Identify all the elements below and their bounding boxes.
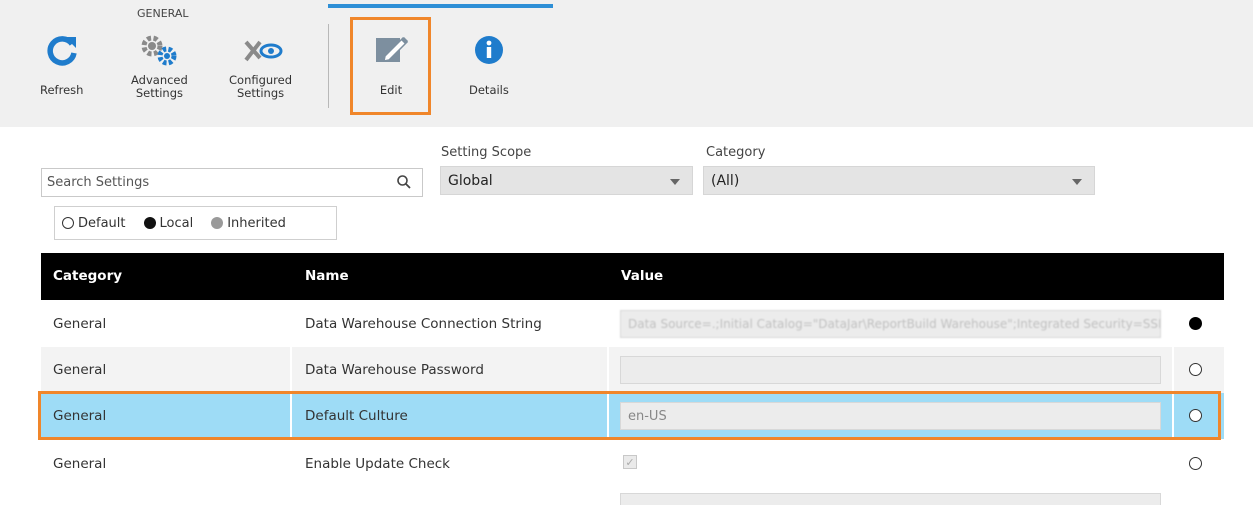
gray-circle-icon <box>211 217 224 229</box>
search-input[interactable]: Search Settings <box>41 168 423 197</box>
category-select[interactable]: (All) <box>703 166 1095 195</box>
selected-row-highlight-box <box>38 391 1221 440</box>
configured-settings-button[interactable]: Configured Settings <box>229 30 292 100</box>
table-header: Category Name Value <box>41 253 1224 300</box>
chevron-down-icon <box>670 179 680 185</box>
row-category: General <box>53 316 107 332</box>
state-legend: Default Local Inherited <box>54 206 337 240</box>
header-name[interactable]: Name <box>305 268 349 284</box>
header-category[interactable]: Category <box>53 268 122 284</box>
chevron-down-icon <box>1072 179 1082 185</box>
password-field[interactable] <box>620 356 1161 384</box>
header-value[interactable]: Value <box>621 268 663 284</box>
legend-default-label: Default <box>78 215 126 231</box>
table-row[interactable]: General Enable Update Check ✓ <box>41 441 1224 487</box>
tools-eye-icon <box>236 30 286 70</box>
next-row-value-field[interactable] <box>620 493 1161 505</box>
details-label: Details <box>469 83 509 97</box>
row-category: General <box>53 456 107 472</box>
refresh-button[interactable]: Refresh <box>40 30 83 97</box>
category-filter-label: Category <box>706 145 766 160</box>
details-button[interactable]: Details <box>469 30 509 97</box>
configured-settings-label: Configured Settings <box>229 74 292 100</box>
scope-select[interactable]: Global <box>440 166 693 195</box>
edit-highlight-box <box>350 17 431 115</box>
column-divider <box>290 347 292 393</box>
row-name: Data Warehouse Connection String <box>305 316 542 332</box>
ribbon-separator <box>328 24 329 108</box>
default-state-indicator[interactable] <box>1189 457 1202 470</box>
row-name: Data Warehouse Password <box>305 362 484 378</box>
value-field[interactable]: Data Source=.;Initial Catalog="DataJar\R… <box>620 310 1161 338</box>
default-state-indicator[interactable] <box>1189 363 1202 376</box>
row-category: General <box>53 362 107 378</box>
update-check-checkbox[interactable]: ✓ <box>623 455 637 469</box>
legend-local-label: Local <box>159 215 194 231</box>
refresh-icon <box>45 30 79 70</box>
scope-label: Setting Scope <box>441 145 532 160</box>
legend-inherited: Inherited <box>211 216 286 231</box>
scope-value: Global <box>448 172 493 189</box>
configured-label-line2: Settings <box>236 86 285 100</box>
legend-local: Local <box>143 215 194 231</box>
local-state-indicator[interactable] <box>1189 317 1202 330</box>
legend-default: Default <box>62 216 126 231</box>
gears-icon <box>137 30 181 70</box>
legend-inherited-label: Inherited <box>227 215 286 231</box>
ribbon-group-label: GENERAL <box>137 7 189 20</box>
row-name: Enable Update Check <box>305 456 450 472</box>
category-value: (All) <box>711 172 740 189</box>
info-icon <box>473 30 505 70</box>
column-divider <box>1172 347 1174 393</box>
refresh-label: Refresh <box>40 83 84 97</box>
search-icon[interactable] <box>396 174 412 194</box>
advanced-settings-label: Advanced Settings <box>131 74 188 100</box>
empty-circle-icon <box>62 217 74 229</box>
filled-circle-icon <box>143 217 156 229</box>
table-row[interactable]: General Data Warehouse Connection String… <box>41 301 1224 347</box>
ribbon-toolbar: GENERAL Refresh Advanced Settings Config… <box>0 0 1253 127</box>
table-row[interactable]: General Data Warehouse Password <box>41 347 1224 393</box>
active-tab-indicator <box>328 4 553 8</box>
advanced-label-line2: Settings <box>135 86 183 100</box>
search-placeholder: Search Settings <box>47 175 150 190</box>
advanced-settings-button[interactable]: Advanced Settings <box>131 30 188 100</box>
column-divider <box>607 347 609 393</box>
